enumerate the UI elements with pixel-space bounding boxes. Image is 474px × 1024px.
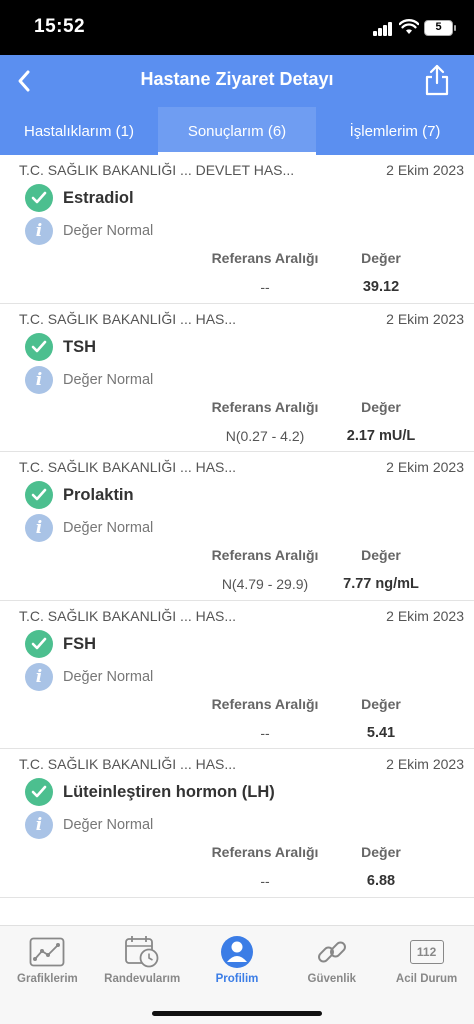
value-header: Değer — [361, 695, 401, 712]
nav-label: Profilim — [215, 973, 259, 985]
status-bar: 15:52 5 — [0, 0, 474, 55]
result-status: Değer Normal — [63, 520, 154, 536]
reference-range-value: N(4.79 - 29.9) — [221, 576, 309, 592]
tab-hastaliklarim[interactable]: Hastalıklarım (1) — [0, 107, 158, 155]
value-header: Değer — [361, 844, 401, 860]
info-icon[interactable]: i — [25, 365, 53, 394]
hospital-name: T.C. SAĞLIK BAKANLIĞI ... HAS... — [19, 756, 237, 772]
info-icon[interactable]: i — [25, 514, 53, 542]
nav-grafiklerim[interactable]: Grafiklerim — [0, 926, 95, 994]
check-circle-icon — [25, 629, 53, 658]
wifi-icon — [399, 19, 419, 34]
result-value: 39.12 — [362, 279, 400, 295]
bottom-nav: Grafiklerim Randevularım Profilim Güvenl… — [0, 925, 474, 1024]
battery-icon: 5 — [424, 20, 456, 36]
hospital-name: T.C. SAĞLIK BAKANLIĞI ... HAS... — [19, 459, 237, 475]
share-icon[interactable] — [422, 63, 452, 97]
result-card[interactable]: T.C. SAĞLIK BAKANLIĞI ... HAS... 2 Ekim … — [0, 452, 474, 601]
hospital-name: T.C. SAĞLIK BAKANLIĞI ... DEVLET HAS... — [19, 162, 295, 178]
result-card[interactable]: T.C. SAĞLIK BAKANLIĞI ... HAS... 2 Ekim … — [0, 600, 474, 749]
hospital-name: T.C. SAĞLIK BAKANLIĞI ... HAS... — [19, 607, 237, 624]
reference-range-header: Referans Aralığı — [211, 695, 319, 712]
result-value: 2.17 mU/L — [346, 427, 416, 444]
value-header: Değer — [361, 547, 401, 563]
result-status: Değer Normal — [63, 817, 154, 833]
value-header: Değer — [361, 250, 401, 266]
info-icon[interactable]: i — [25, 662, 53, 691]
page-title: Hastane Ziyaret Detayı — [140, 69, 334, 89]
test-name: Prolaktin — [63, 486, 134, 504]
emergency-number: 112 — [409, 940, 444, 964]
reference-range-value: -- — [260, 724, 270, 741]
result-date: 2 Ekim 2023 — [386, 310, 464, 327]
test-name: TSH — [63, 337, 96, 356]
reference-range-value: -- — [260, 279, 270, 295]
tab-sonuclarim[interactable]: Sonuçlarım (6) — [158, 107, 316, 155]
home-indicator — [152, 1011, 322, 1016]
tab-islemlerim[interactable]: İşlemlerim (7) — [316, 107, 474, 155]
chain-link-icon — [313, 935, 351, 969]
check-circle-icon — [25, 481, 53, 509]
test-name: Estradiol — [63, 189, 134, 207]
test-name: Lüteinleştiren hormon (LH) — [63, 783, 275, 801]
nav-label: Grafiklerim — [17, 973, 78, 985]
chart-icon — [28, 935, 66, 969]
profile-icon — [218, 935, 256, 969]
result-date: 2 Ekim 2023 — [386, 756, 464, 772]
check-circle-icon — [25, 332, 53, 361]
nav-label: Acil Durum — [395, 973, 458, 985]
reference-range-header: Referans Aralığı — [211, 250, 319, 266]
result-status: Değer Normal — [63, 371, 154, 388]
result-value: 6.88 — [366, 873, 396, 889]
nav-guvenlik[interactable]: Güvenlik — [284, 926, 379, 994]
info-icon[interactable]: i — [25, 217, 53, 245]
app-header: Hastane Ziyaret Detayı Hastalıklarım (1)… — [0, 55, 474, 155]
status-time: 15:52 — [34, 16, 86, 37]
nav-acil-durum[interactable]: 112 Acil Durum — [379, 926, 474, 994]
result-date: 2 Ekim 2023 — [386, 459, 464, 475]
results-list[interactable]: T.C. SAĞLIK BAKANLIĞI ... DEVLET HAS... … — [0, 155, 474, 925]
result-date: 2 Ekim 2023 — [386, 162, 464, 178]
reference-range-value: -- — [260, 873, 270, 889]
result-card[interactable]: T.C. SAĞLIK BAKANLIĞI ... DEVLET HAS... … — [0, 155, 474, 304]
result-date: 2 Ekim 2023 — [386, 607, 464, 624]
result-value: 5.41 — [366, 724, 396, 741]
result-card[interactable]: T.C. SAĞLIK BAKANLIĞI ... HAS... 2 Ekim … — [0, 303, 474, 452]
hospital-name: T.C. SAĞLIK BAKANLIĞI ... HAS... — [19, 310, 237, 327]
nav-profilim[interactable]: Profilim — [190, 926, 285, 994]
value-header: Değer — [361, 398, 401, 415]
result-status: Değer Normal — [63, 668, 154, 685]
test-name: FSH — [63, 634, 96, 653]
nav-label: Randevularım — [104, 973, 181, 985]
check-circle-icon — [25, 184, 53, 212]
reference-range-header: Referans Aralığı — [211, 547, 319, 563]
nav-randevularim[interactable]: Randevularım — [95, 926, 190, 994]
reference-range-header: Referans Aralığı — [211, 844, 319, 860]
reference-range-header: Referans Aralığı — [211, 398, 319, 415]
tab-bar: Hastalıklarım (1) Sonuçlarım (6) İşlemle… — [0, 107, 474, 155]
check-circle-icon — [25, 778, 53, 806]
cellular-signal-icon — [373, 22, 393, 36]
reference-range-value: N(0.27 - 4.2) — [225, 427, 305, 444]
calendar-clock-icon — [123, 935, 161, 969]
emergency-112-icon: 112 — [408, 935, 446, 969]
result-status: Değer Normal — [63, 223, 154, 239]
result-card[interactable]: T.C. SAĞLIK BAKANLIĞI ... HAS... 2 Ekim … — [0, 749, 474, 898]
result-value: 7.77 ng/mL — [343, 576, 419, 592]
info-icon[interactable]: i — [25, 811, 53, 839]
nav-label: Güvenlik — [307, 973, 357, 985]
